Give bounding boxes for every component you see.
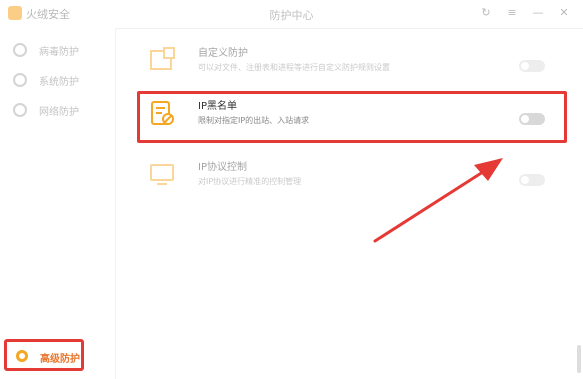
annotation-arrow xyxy=(373,158,503,243)
scrollbar[interactable] xyxy=(577,345,581,373)
